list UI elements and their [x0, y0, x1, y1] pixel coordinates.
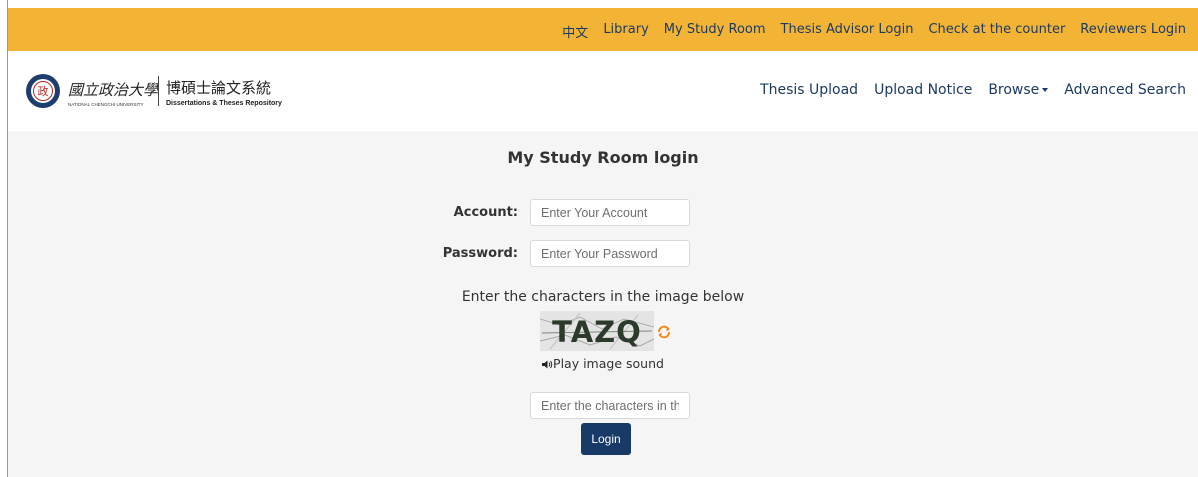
- top-nav-reviewers-login[interactable]: Reviewers Login: [1080, 22, 1186, 41]
- page-title: My Study Room login: [507, 148, 699, 167]
- logo-divider: [158, 76, 159, 106]
- university-name-en: NATIONAL CHENGCHI UNIVERSITY: [68, 102, 144, 107]
- top-nav-chinese[interactable]: 中文: [562, 22, 588, 41]
- captcha-image: TAZQ: [540, 311, 654, 351]
- login-button[interactable]: Login: [581, 423, 631, 455]
- account-label: Account:: [453, 205, 518, 220]
- speaker-icon: [542, 360, 553, 369]
- system-name-zh: 博碩士論文系統: [166, 79, 271, 97]
- chevron-down-icon: [1042, 88, 1049, 92]
- svg-text:政: 政: [38, 84, 49, 98]
- system-name-en: Dissertations & Theses Repository: [166, 100, 282, 107]
- top-nav-my-study-room[interactable]: My Study Room: [664, 22, 766, 41]
- top-nav: 中文 Library My Study Room Thesis Advisor …: [562, 22, 1186, 41]
- nav-browse-dropdown[interactable]: Browse: [988, 82, 1049, 98]
- nav-thesis-upload[interactable]: Thesis Upload: [760, 82, 858, 98]
- university-name-zh: 國立政治大學: [68, 81, 160, 99]
- top-nav-library[interactable]: Library: [603, 22, 648, 41]
- site-header: 政 國立政治大學 NATIONAL CHENGCHI UNIVERSITY 博碩…: [8, 51, 1198, 131]
- refresh-captcha-icon[interactable]: [656, 324, 672, 340]
- play-sound-label: Play image sound: [553, 356, 664, 371]
- main-nav: Thesis Upload Upload Notice Browse Advan…: [760, 82, 1186, 98]
- captcha-input[interactable]: [530, 392, 690, 419]
- password-label: Password:: [442, 246, 518, 261]
- top-utility-bar: 中文 Library My Study Room Thesis Advisor …: [8, 8, 1198, 51]
- password-input[interactable]: [530, 240, 690, 267]
- play-sound-link[interactable]: Play image sound: [8, 356, 1198, 371]
- university-seal-icon: 政: [26, 74, 60, 108]
- captcha-prompt: Enter the characters in the image below: [461, 289, 745, 305]
- account-input[interactable]: [530, 199, 690, 226]
- login-panel: My Study Room login Account: Password: E…: [8, 131, 1198, 477]
- nav-upload-notice[interactable]: Upload Notice: [874, 82, 972, 98]
- nav-advanced-search[interactable]: Advanced Search: [1064, 82, 1186, 98]
- top-nav-check-at-counter[interactable]: Check at the counter: [928, 22, 1065, 41]
- site-logo[interactable]: 政 國立政治大學 NATIONAL CHENGCHI UNIVERSITY 博碩…: [24, 71, 324, 111]
- nav-browse-label: Browse: [988, 82, 1040, 98]
- top-nav-thesis-advisor-login[interactable]: Thesis Advisor Login: [781, 22, 914, 41]
